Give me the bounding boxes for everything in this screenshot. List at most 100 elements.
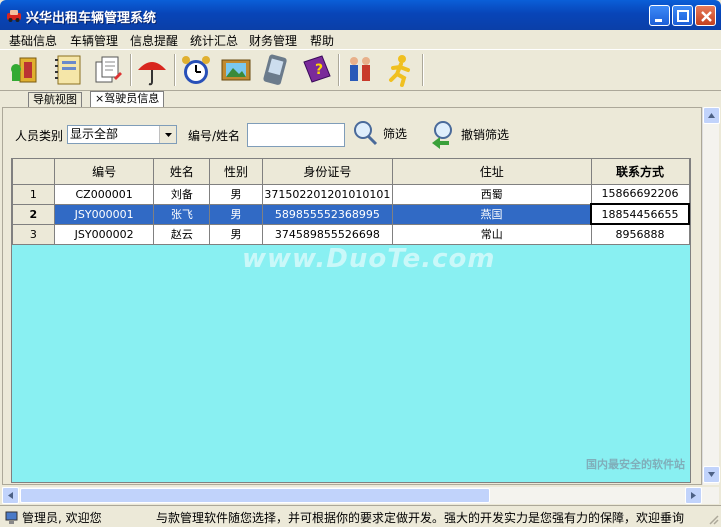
undo-search-icon bbox=[432, 121, 452, 149]
row-number[interactable]: 3 bbox=[12, 223, 55, 245]
menu-help[interactable]: 帮助 bbox=[310, 32, 334, 49]
site-watermark: www.DuoTe.com bbox=[242, 244, 496, 274]
filter-button-label: 筛选 bbox=[383, 126, 408, 141]
cell-name[interactable]: 赵云 bbox=[153, 223, 211, 245]
vertical-scrollbar[interactable] bbox=[702, 107, 720, 485]
cell-address[interactable]: 燕国 bbox=[391, 203, 592, 225]
cell-id[interactable]: CZ000001 bbox=[53, 183, 155, 205]
help-book-icon[interactable]: ? bbox=[298, 52, 334, 88]
menu-vehicle-management[interactable]: 车辆管理 bbox=[70, 32, 118, 49]
cell-id-card[interactable]: 589855552368995 bbox=[261, 203, 393, 225]
maximize-button[interactable] bbox=[672, 5, 693, 26]
menu-reminders[interactable]: 信息提醒 bbox=[130, 32, 178, 49]
driver-info-panel: 人员类别 显示全部 编号/姓名 筛选 撤销筛选 编号 姓名 性别 身份证号 住址… bbox=[2, 107, 702, 485]
tab-label: 导航视图 bbox=[33, 93, 77, 106]
pda-icon[interactable] bbox=[258, 52, 294, 88]
table-row[interactable]: 3 JSY000002 赵云 男 374589855526698 常山 8956… bbox=[12, 223, 690, 245]
documents-icon[interactable] bbox=[90, 52, 126, 88]
close-icon bbox=[701, 11, 712, 22]
maximize-icon bbox=[677, 10, 689, 22]
running-man-icon[interactable] bbox=[382, 52, 418, 88]
cell-id-card[interactable]: 374589855526698 bbox=[261, 223, 393, 245]
cell-gender[interactable]: 男 bbox=[209, 203, 263, 225]
column-header-name[interactable]: 姓名 bbox=[153, 159, 211, 185]
menu-basic-info[interactable]: 基础信息 bbox=[9, 32, 57, 49]
chevron-down-icon[interactable] bbox=[159, 126, 176, 143]
tab-label: 驾驶员信息 bbox=[104, 92, 160, 105]
column-header-address[interactable]: 住址 bbox=[391, 159, 592, 185]
status-user: 管理员, 欢迎您 bbox=[4, 509, 102, 526]
picture-frame-icon[interactable] bbox=[218, 52, 254, 88]
cell-address[interactable]: 西蜀 bbox=[391, 183, 592, 205]
tab-strip: 导航视图 ×驾驶员信息 bbox=[0, 91, 721, 107]
cell-gender[interactable]: 男 bbox=[209, 183, 263, 205]
category-label: 人员类别 bbox=[15, 129, 64, 143]
cancel-filter-label: 撤销筛选 bbox=[461, 127, 510, 142]
cell-id[interactable]: JSY000002 bbox=[53, 223, 155, 245]
tab-close-icon[interactable]: × bbox=[95, 92, 104, 105]
cell-contact[interactable]: 8956888 bbox=[590, 223, 690, 245]
horizontal-scroll-thumb[interactable] bbox=[20, 488, 490, 503]
filter-button[interactable]: 筛选 bbox=[351, 119, 407, 147]
menu-bar: 基础信息 车辆管理 信息提醒 统计汇总 财务管理 帮助 bbox=[0, 30, 721, 49]
users-icon[interactable] bbox=[342, 52, 378, 88]
horizontal-scrollbar[interactable] bbox=[2, 487, 719, 504]
cell-address[interactable]: 常山 bbox=[391, 223, 592, 245]
toolbar: ? bbox=[0, 49, 721, 91]
user-computer-icon bbox=[5, 511, 18, 524]
minimize-icon bbox=[655, 19, 662, 22]
category-select[interactable]: 显示全部 bbox=[67, 125, 177, 144]
column-header-contact[interactable]: 联系方式 bbox=[590, 159, 690, 185]
cell-contact[interactable]: 15866692206 bbox=[590, 183, 690, 205]
status-user-text: 管理员, 欢迎您 bbox=[22, 511, 102, 525]
cancel-filter-button[interactable]: 撤销筛选 bbox=[429, 119, 509, 149]
resize-grip-icon[interactable] bbox=[707, 513, 719, 525]
alarm-clock-icon[interactable] bbox=[178, 52, 214, 88]
id-name-input[interactable] bbox=[247, 123, 345, 147]
cell-name[interactable]: 刘备 bbox=[153, 183, 211, 205]
toolbar-separator bbox=[174, 54, 176, 86]
driver-table: 编号 姓名 性别 身份证号 住址 联系方式 1 CZ000001 刘备 男 37… bbox=[12, 159, 690, 245]
column-header-id-card[interactable]: 身份证号 bbox=[261, 159, 393, 185]
scroll-left-arrow[interactable] bbox=[2, 487, 19, 504]
cell-id-card[interactable]: 371502201201010101 bbox=[261, 183, 393, 205]
scroll-right-arrow[interactable] bbox=[685, 487, 702, 504]
menu-statistics[interactable]: 统计汇总 bbox=[190, 32, 238, 49]
svg-text:?: ? bbox=[315, 62, 323, 78]
exit-icon[interactable] bbox=[6, 52, 42, 88]
row-number[interactable]: 2 bbox=[12, 203, 55, 225]
row-number-header[interactable] bbox=[12, 159, 55, 185]
driver-grid: 编号 姓名 性别 身份证号 住址 联系方式 1 CZ000001 刘备 男 37… bbox=[11, 158, 691, 483]
table-row-selected[interactable]: 2 JSY000001 张飞 男 589855552368995 燕国 1885… bbox=[12, 203, 690, 225]
table-row[interactable]: 1 CZ000001 刘备 男 371502201201010101 西蜀 15… bbox=[12, 183, 690, 205]
close-button[interactable] bbox=[695, 5, 716, 26]
row-number[interactable]: 1 bbox=[12, 183, 55, 205]
id-name-label: 编号/姓名 bbox=[188, 129, 241, 143]
car-app-icon bbox=[7, 10, 21, 22]
brand-watermark: 国内最安全的软件站 bbox=[586, 458, 685, 471]
status-bar: 管理员, 欢迎您 与款管理软件随您选择，并可根据你的要求定做开发。强大的开发实力… bbox=[0, 505, 721, 527]
cell-name[interactable]: 张飞 bbox=[153, 203, 211, 225]
scroll-down-arrow[interactable] bbox=[703, 466, 720, 483]
column-header-id[interactable]: 编号 bbox=[53, 159, 155, 185]
cell-gender[interactable]: 男 bbox=[209, 223, 263, 245]
toolbar-separator bbox=[130, 54, 132, 86]
status-message: 与款管理软件随您选择，并可根据你的要求定做开发。强大的开发实力是您强有力的保障，… bbox=[156, 511, 685, 525]
cell-contact-editing[interactable]: 18854456655 bbox=[590, 203, 690, 225]
column-header-gender[interactable]: 性别 bbox=[209, 159, 263, 185]
menu-finance[interactable]: 财务管理 bbox=[249, 32, 297, 49]
window-title: 兴华出租车辆管理系统 bbox=[26, 11, 157, 26]
tab-navigation-view[interactable]: 导航视图 bbox=[28, 92, 82, 107]
tab-driver-info[interactable]: ×驾驶员信息 bbox=[90, 91, 165, 107]
notebook-icon[interactable] bbox=[50, 52, 86, 88]
title-bar: 兴华出租车辆管理系统 bbox=[0, 0, 721, 30]
scroll-up-arrow[interactable] bbox=[703, 107, 720, 124]
magnifier-icon bbox=[354, 121, 378, 146]
toolbar-separator bbox=[338, 54, 340, 86]
umbrella-icon[interactable] bbox=[134, 52, 170, 88]
toolbar-separator bbox=[422, 54, 424, 86]
category-select-value: 显示全部 bbox=[70, 127, 119, 141]
minimize-button[interactable] bbox=[649, 5, 670, 26]
table-header-row: 编号 姓名 性别 身份证号 住址 联系方式 bbox=[12, 159, 690, 185]
cell-id[interactable]: JSY000001 bbox=[53, 203, 155, 225]
